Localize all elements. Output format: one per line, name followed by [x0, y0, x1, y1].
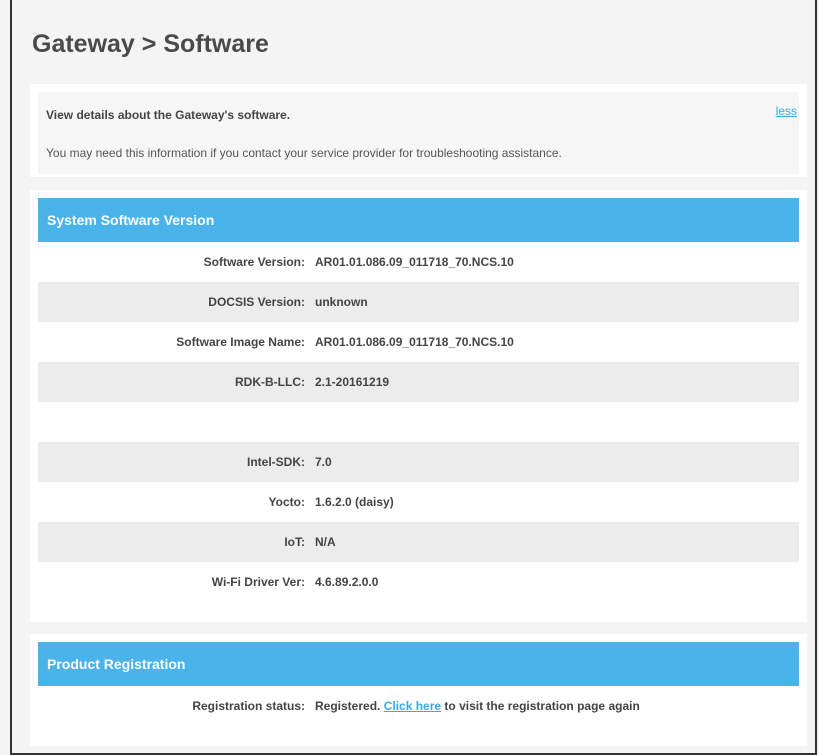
rdk-b-llc-row: RDK-B-LLC: 2.1-20161219 — [38, 362, 799, 402]
row-label: Software Version: — [203, 255, 305, 269]
registration-status-value: Registered. Click here to visit the regi… — [315, 686, 640, 726]
row-value: 1.6.2.0 (daisy) — [315, 495, 394, 509]
info-detail-text: You may need this information if you con… — [46, 146, 562, 160]
page-frame: Gateway > Software View details about th… — [10, 0, 817, 755]
software-version-row: Software Version: AR01.01.086.09_011718_… — [38, 242, 799, 282]
row-value: AR01.01.086.09_011718_70.NCS.10 — [315, 335, 514, 349]
wifi-driver-row: Wi-Fi Driver Ver: 4.6.89.2.0.0 — [38, 562, 799, 602]
info-panel: View details about the Gateway's softwar… — [30, 84, 807, 177]
page-title: Gateway > Software — [32, 30, 269, 58]
product-registration-panel: Product Registration Registration status… — [30, 634, 807, 746]
row-value: unknown — [315, 295, 368, 309]
product-registration-header: Product Registration — [38, 642, 799, 686]
row-value: 2.1-20161219 — [315, 375, 390, 389]
intel-sdk-row: Intel-SDK: 7.0 — [38, 442, 799, 482]
row-value: 7.0 — [315, 455, 332, 469]
row-label: IoT: — [284, 535, 305, 549]
registration-status-text: Registered. — [315, 699, 381, 713]
less-link[interactable]: less — [776, 104, 797, 118]
registration-link[interactable]: Click here — [384, 699, 441, 713]
registration-suffix-text: to visit the registration page again — [441, 699, 640, 713]
row-label: RDK-B-LLC: — [235, 375, 305, 389]
row-value: 4.6.89.2.0.0 — [315, 575, 379, 589]
yocto-row: Yocto: 1.6.2.0 (daisy) — [38, 482, 799, 522]
registration-status-row: Registration status: Registered. Click h… — [38, 686, 799, 726]
info-box: View details about the Gateway's softwar… — [38, 92, 799, 174]
row-label: Intel-SDK: — [247, 455, 305, 469]
system-software-header: System Software Version — [38, 198, 799, 242]
info-lead-text: View details about the Gateway's softwar… — [46, 108, 291, 122]
row-value: AR01.01.086.09_011718_70.NCS.10 — [315, 255, 514, 269]
system-software-panel: System Software Version Software Version… — [30, 190, 807, 622]
row-label: Wi-Fi Driver Ver: — [211, 575, 305, 589]
row-label: DOCSIS Version: — [208, 295, 305, 309]
row-value: N/A — [315, 535, 336, 549]
docsis-version-row: DOCSIS Version: unknown — [38, 282, 799, 322]
row-label: Yocto: — [268, 495, 305, 509]
iot-row: IoT: N/A — [38, 522, 799, 562]
row-label: Registration status: — [192, 699, 305, 713]
row-label: Software Image Name: — [176, 335, 305, 349]
empty-row — [38, 402, 799, 442]
software-image-name-row: Software Image Name: AR01.01.086.09_0117… — [38, 322, 799, 362]
